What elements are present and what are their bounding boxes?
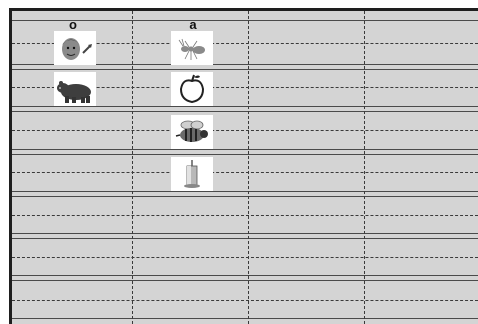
bee-picture [171,115,213,149]
writing-line-top [12,238,478,239]
bee-icon [175,120,208,142]
writing-line-top [12,69,478,70]
column-divider [248,11,249,324]
writing-line-base [12,149,478,150]
bear-icon [57,81,91,103]
writing-line-top [12,154,478,155]
writing-line-mid [12,215,478,216]
writing-line-top [12,111,478,112]
column-divider [364,11,365,324]
writing-line-mid [12,257,478,258]
writing-line-base [12,106,478,107]
writing-line-mid [12,130,478,131]
column-letter: a [189,17,197,32]
apple-icon [179,74,205,104]
boy-face-icon [62,38,92,60]
ant-picture [171,31,213,65]
worksheet-grid: o a [9,8,478,324]
bear-picture [54,72,96,106]
candle-picture [171,157,213,191]
writing-line-base [12,275,478,276]
writing-line-base [12,191,478,192]
column-divider [132,11,133,324]
writing-line-top [12,196,478,197]
writing-line-top [12,280,478,281]
writing-line-base [12,233,478,234]
apple-picture [171,72,213,106]
writing-line-mid [12,172,478,173]
column-letter: o [69,17,77,32]
ant-icon [178,38,205,60]
boy-face-picture [54,31,96,65]
writing-line-base [12,318,478,319]
writing-line-mid [12,300,478,301]
candle-icon [184,160,200,188]
